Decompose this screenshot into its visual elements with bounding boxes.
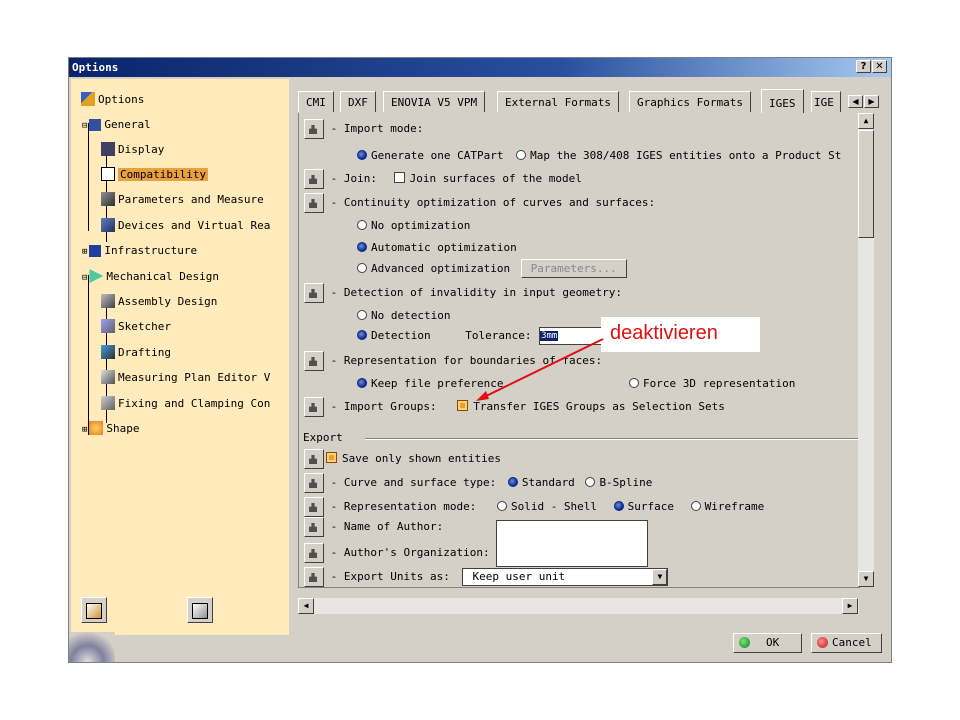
annotation-arrow <box>476 338 604 401</box>
